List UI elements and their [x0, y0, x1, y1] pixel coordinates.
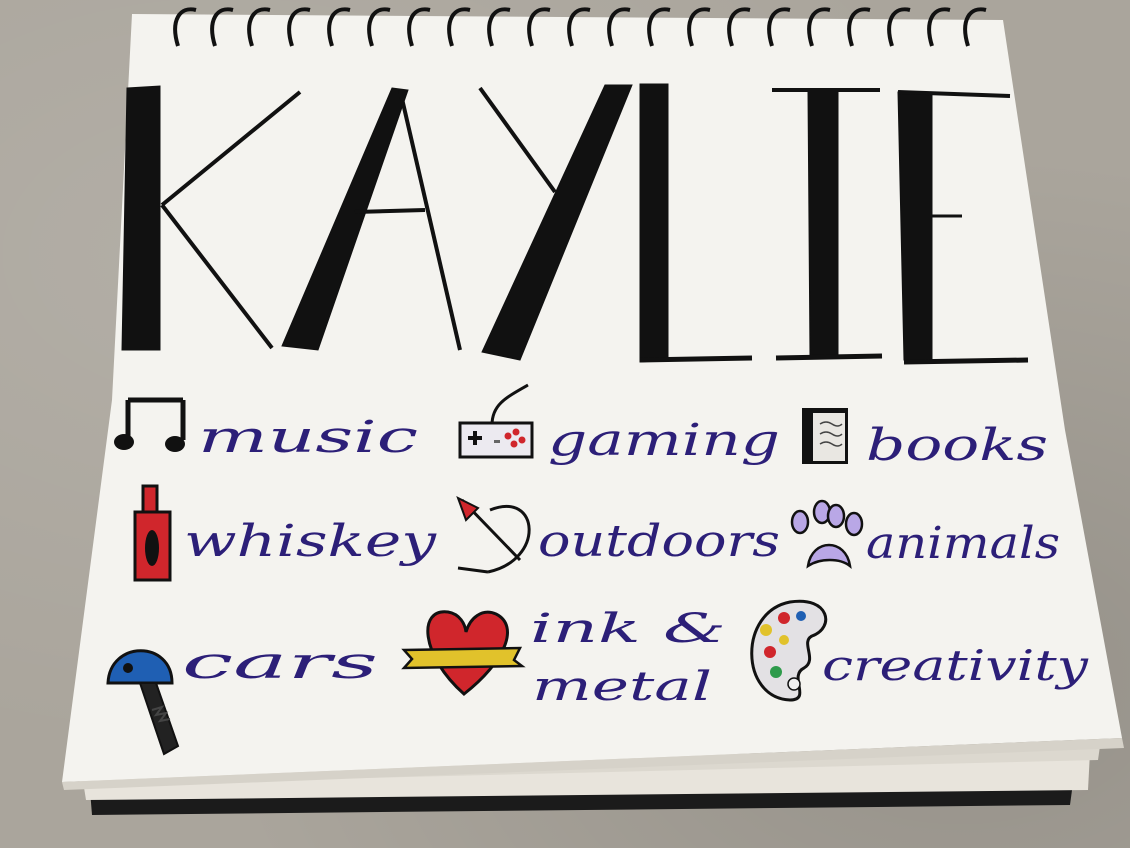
interest-label-outdoors: outdoors [538, 516, 780, 567]
interest-label-gaming: gaming [548, 415, 780, 466]
book-icon [802, 408, 848, 464]
interest-label-whiskey: whiskey [184, 516, 438, 567]
interest-label-animals: animals [866, 518, 1060, 569]
interest-label-cars: cars [182, 638, 378, 689]
interest-label-ink: ink & [530, 606, 726, 652]
interest-label-books: books [866, 420, 1048, 471]
interest-label-creativity: creativity [822, 641, 1090, 690]
sketchbook-drawing: music gaming books whiskey outdoors anim… [62, 7, 1124, 815]
interest-label-metal: metal [532, 664, 712, 710]
sketchbook: music gaming books whiskey outdoors anim… [0, 0, 1130, 848]
interest-label-music: music [198, 412, 418, 463]
